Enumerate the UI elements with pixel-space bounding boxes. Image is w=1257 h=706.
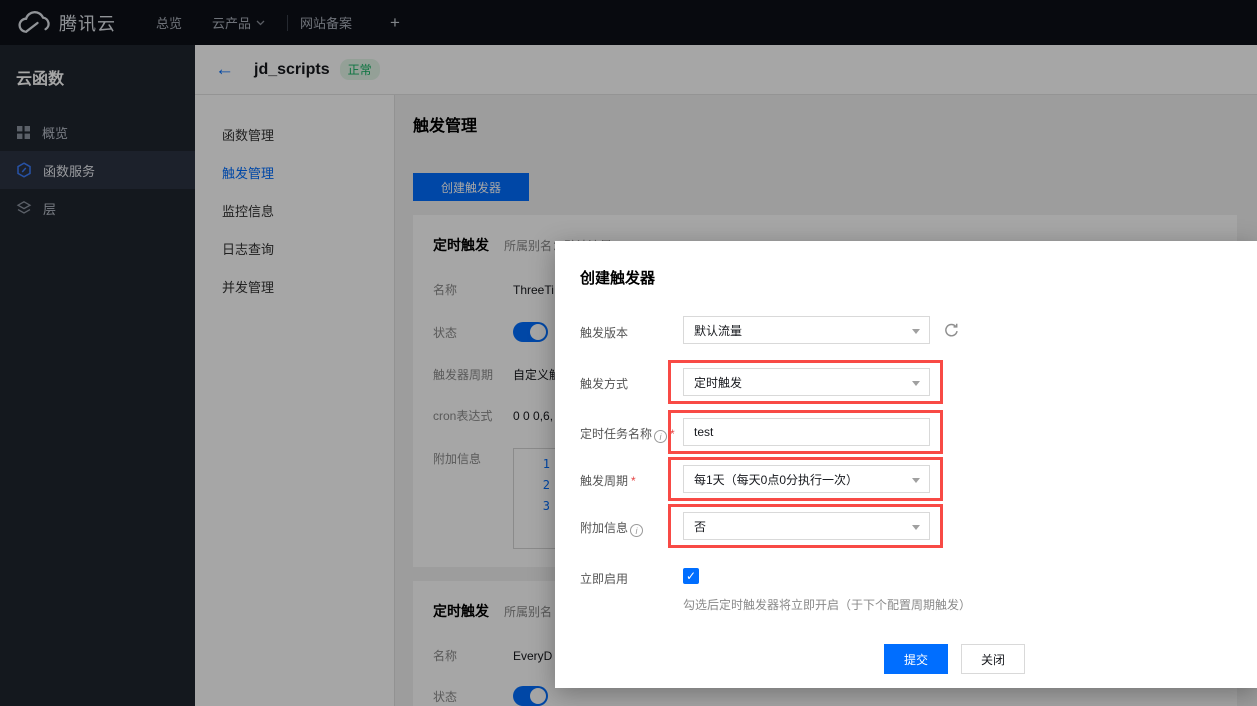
field-label-enable-now: 立即启用 — [580, 562, 683, 587]
select-value: 每1天（每天0点0分执行一次） — [694, 471, 858, 488]
create-trigger-modal: 创建触发器 触发版本 默认流量 触发方式 定时触发 — [555, 241, 1257, 688]
field-label-text: 触发周期 — [580, 474, 628, 488]
highlight-box: 定时触发 — [668, 360, 943, 404]
submit-button[interactable]: 提交 — [884, 644, 948, 674]
highlight-box: 否 — [668, 504, 943, 548]
enable-now-checkbox[interactable]: ✓ — [683, 568, 699, 584]
enable-now-hint: 勾选后定时触发器将立即开启（于下个配置周期触发） — [683, 596, 1257, 613]
trigger-cycle-select[interactable]: 每1天（每天0点0分执行一次） — [683, 465, 930, 493]
caret-down-icon — [912, 329, 920, 334]
highlight-box: test — [668, 410, 943, 454]
refresh-icon[interactable] — [943, 322, 960, 339]
field-label-text: 附加信息 — [580, 521, 628, 535]
highlight-box: 每1天（每天0点0分执行一次） — [668, 457, 943, 501]
modal-title: 创建触发器 — [580, 267, 1257, 288]
caret-down-icon — [912, 525, 920, 530]
extra-info-select[interactable]: 否 — [683, 512, 930, 540]
select-value: 默认流量 — [694, 322, 742, 339]
trigger-method-select[interactable]: 定时触发 — [683, 368, 930, 396]
caret-down-icon — [912, 478, 920, 483]
select-value: 否 — [694, 518, 706, 535]
field-label-trigger-version: 触发版本 — [580, 316, 683, 341]
task-name-input[interactable]: test — [683, 418, 930, 446]
close-button[interactable]: 关闭 — [961, 644, 1025, 674]
select-value: 定时触发 — [694, 374, 742, 391]
field-label-text: 定时任务名称 — [580, 427, 652, 441]
required-asterisk: * — [631, 474, 636, 488]
info-icon[interactable]: i — [654, 430, 667, 443]
info-icon[interactable]: i — [630, 524, 643, 537]
caret-down-icon — [912, 381, 920, 386]
input-value: test — [694, 425, 713, 439]
trigger-version-select[interactable]: 默认流量 — [683, 316, 930, 344]
